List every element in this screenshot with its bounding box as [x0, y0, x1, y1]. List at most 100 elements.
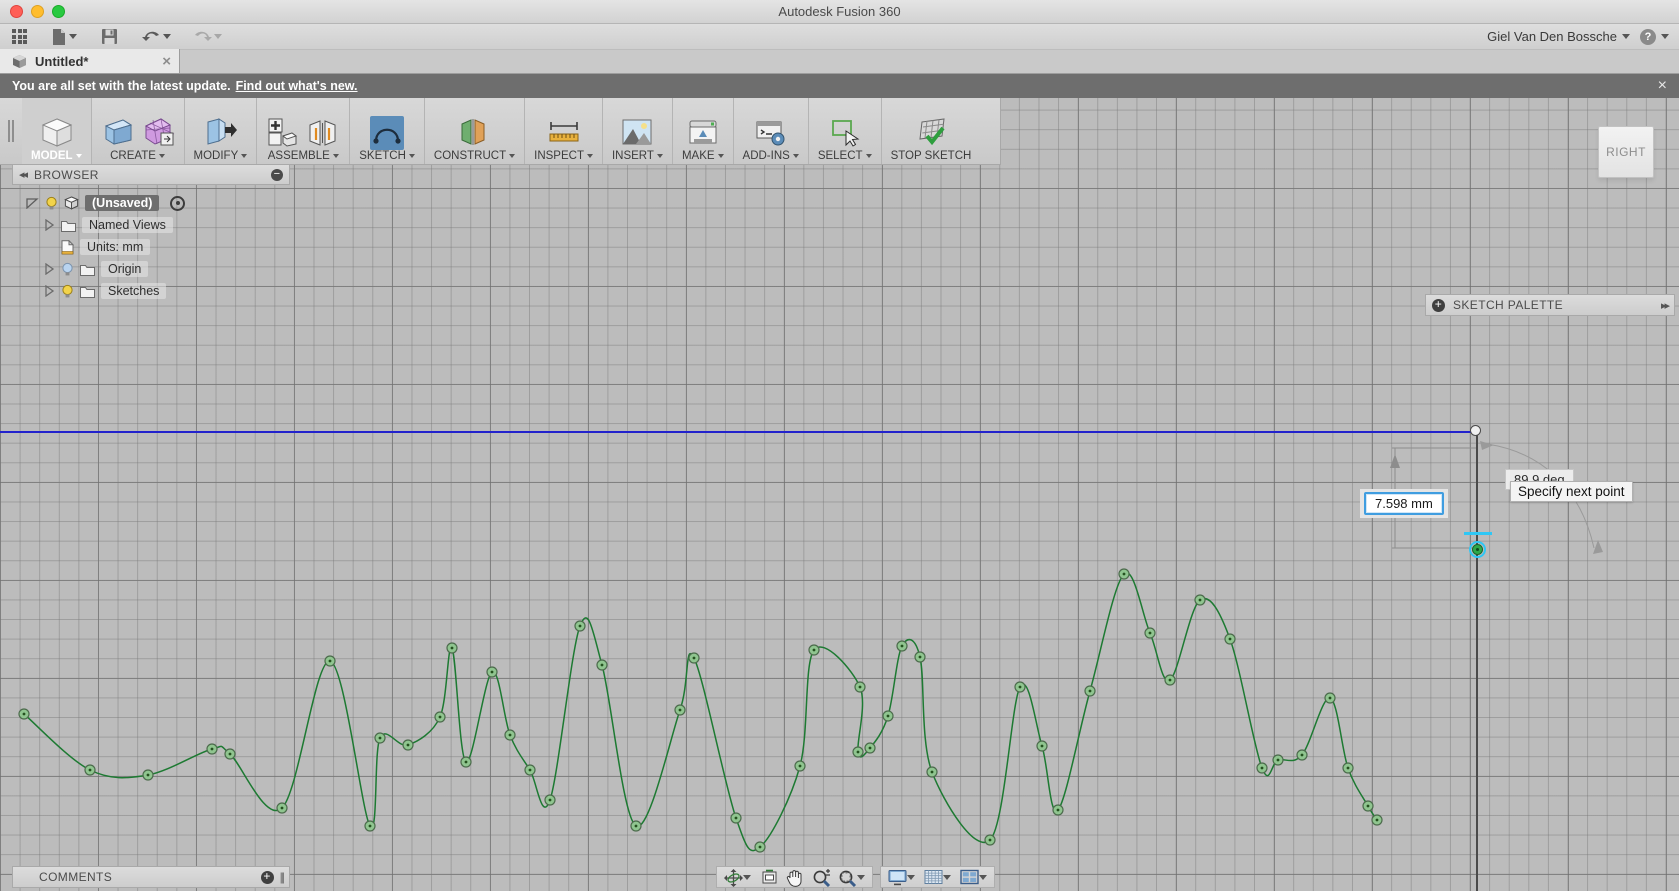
- 3d-print-icon[interactable]: [686, 116, 720, 150]
- app-grid-button[interactable]: [8, 27, 31, 46]
- close-icon[interactable]: ×: [162, 54, 171, 69]
- browser-tree-item-sketches[interactable]: Sketches: [12, 280, 290, 302]
- spline-control-point[interactable]: [402, 739, 414, 751]
- spline-control-point[interactable]: [1194, 594, 1206, 606]
- display-settings-button[interactable]: [885, 869, 918, 886]
- browser-tree-item-origin[interactable]: Origin: [12, 258, 290, 280]
- lightbulb-toggle[interactable]: [61, 262, 74, 277]
- spline-control-point[interactable]: [926, 766, 938, 778]
- ribbon-panel-select[interactable]: SELECT: [809, 98, 882, 164]
- spline-control-point[interactable]: [276, 802, 288, 814]
- spline-control-point[interactable]: [688, 652, 700, 664]
- spline-control-point[interactable]: [18, 708, 30, 720]
- grip-icon[interactable]: |||: [280, 870, 286, 884]
- close-window-button[interactable]: [10, 5, 23, 18]
- save-button[interactable]: [97, 26, 122, 47]
- view-cube[interactable]: RIGHT: [1598, 126, 1654, 178]
- ribbon-panel-modify[interactable]: MODIFY: [185, 98, 258, 164]
- spline-control-point[interactable]: [984, 834, 996, 846]
- spline-sketch-icon[interactable]: [370, 116, 405, 150]
- spline-control-point[interactable]: [852, 746, 864, 758]
- ribbon-panel-model[interactable]: MODEL: [22, 98, 92, 164]
- spline-control-point[interactable]: [504, 729, 516, 741]
- ribbon-panel-insert[interactable]: INSERT: [603, 98, 673, 164]
- joint-icon[interactable]: [306, 116, 340, 150]
- spline-control-point[interactable]: [864, 742, 876, 754]
- orbit-button[interactable]: [721, 868, 754, 887]
- undo-button[interactable]: [138, 27, 175, 46]
- minimize-window-button[interactable]: [31, 5, 44, 18]
- spline-control-point[interactable]: [434, 711, 446, 723]
- ribbon-panel-stop-sketch[interactable]: STOP SKETCH: [882, 98, 981, 164]
- spline-control-point[interactable]: [1144, 627, 1156, 639]
- redo-button[interactable]: [189, 27, 226, 46]
- plus-circle-icon[interactable]: +: [260, 870, 274, 884]
- zoom-window-button[interactable]: [52, 5, 65, 18]
- zoom-button[interactable]: [809, 868, 832, 887]
- ribbon-panel-assemble[interactable]: ASSEMBLE: [257, 98, 351, 164]
- axis-endpoint-handle[interactable]: [1470, 425, 1481, 436]
- traffic-light-buttons[interactable]: [10, 5, 65, 18]
- spline-control-point[interactable]: [142, 769, 154, 781]
- expand-triangle-icon[interactable]: [44, 219, 55, 231]
- box-icon[interactable]: [101, 116, 135, 150]
- spline-control-point[interactable]: [596, 659, 608, 671]
- help-menu-button[interactable]: ?: [1640, 28, 1669, 45]
- document-tab-untitled[interactable]: Untitled* ×: [0, 49, 180, 73]
- spline-control-point[interactable]: [446, 642, 458, 654]
- measure-ruler-icon[interactable]: [547, 116, 581, 150]
- spline-control-point[interactable]: [1052, 804, 1064, 816]
- spline-control-point[interactable]: [1296, 749, 1308, 761]
- spline-control-point[interactable]: [1118, 568, 1130, 580]
- grid-snap-button[interactable]: [921, 869, 954, 886]
- spline-control-point[interactable]: [574, 620, 586, 632]
- browser-tree-item-units[interactable]: Units: mm: [12, 236, 290, 258]
- spline-control-point[interactable]: [882, 710, 894, 722]
- spline-control-point[interactable]: [854, 681, 866, 693]
- new-document-button[interactable]: [47, 26, 81, 48]
- expand-triangle-icon[interactable]: [44, 263, 55, 275]
- spline-control-point[interactable]: [1164, 674, 1176, 686]
- collapse-triangle-icon[interactable]: [26, 197, 39, 209]
- spline-control-point[interactable]: [914, 651, 926, 663]
- spline-control-point[interactable]: [1084, 685, 1096, 697]
- stop-sketch-icon[interactable]: [914, 116, 948, 150]
- spline-control-point[interactable]: [324, 655, 336, 667]
- ribbon-panel-create[interactable]: CREATE: [92, 98, 185, 164]
- browser-tree-item-named-views[interactable]: Named Views: [12, 214, 290, 236]
- chevron-down-icon[interactable]: [907, 874, 915, 880]
- chevron-down-icon[interactable]: [979, 874, 987, 880]
- ribbon-panel-make[interactable]: MAKE: [673, 98, 734, 164]
- close-icon[interactable]: ×: [1658, 77, 1667, 95]
- double-right-arrow-icon[interactable]: ▸▸: [1661, 299, 1670, 312]
- lightbulb-toggle[interactable]: [61, 284, 74, 299]
- press-pull-icon[interactable]: [203, 116, 238, 150]
- spline-control-point[interactable]: [1342, 762, 1354, 774]
- spline-control-point[interactable]: [224, 748, 236, 760]
- dimension-input[interactable]: 7.598 mm: [1364, 492, 1444, 515]
- lightbulb-toggle[interactable]: [45, 196, 58, 211]
- pan-button[interactable]: [783, 869, 806, 887]
- spline-control-point[interactable]: [896, 640, 908, 652]
- user-menu-button[interactable]: Giel Van Den Bossche: [1487, 29, 1630, 44]
- spline-control-point[interactable]: [84, 764, 96, 776]
- ribbon-grip[interactable]: [0, 98, 22, 164]
- fit-button[interactable]: [835, 869, 868, 887]
- spline-control-point[interactable]: [524, 764, 536, 776]
- active-sketch-point[interactable]: [1469, 541, 1486, 558]
- spline-control-point[interactable]: [674, 704, 686, 716]
- new-component-icon[interactable]: [266, 116, 300, 150]
- look-at-button[interactable]: [757, 869, 780, 886]
- spline-control-point[interactable]: [1362, 800, 1374, 812]
- spline-control-point[interactable]: [1371, 814, 1383, 826]
- spline-control-point[interactable]: [1256, 762, 1268, 774]
- chevron-down-icon[interactable]: [857, 874, 865, 880]
- banner-link[interactable]: Find out what's new.: [236, 79, 358, 93]
- comments-panel[interactable]: COMMENTS + |||: [12, 866, 290, 888]
- insert-image-icon[interactable]: [620, 116, 654, 150]
- ribbon-panel-sketch[interactable]: SKETCH: [350, 98, 425, 164]
- double-left-arrow-icon[interactable]: ◂◂: [19, 168, 28, 181]
- sculpt-mesh-icon[interactable]: [141, 116, 175, 150]
- viewports-button[interactable]: [957, 869, 990, 886]
- spline-control-point[interactable]: [730, 812, 742, 824]
